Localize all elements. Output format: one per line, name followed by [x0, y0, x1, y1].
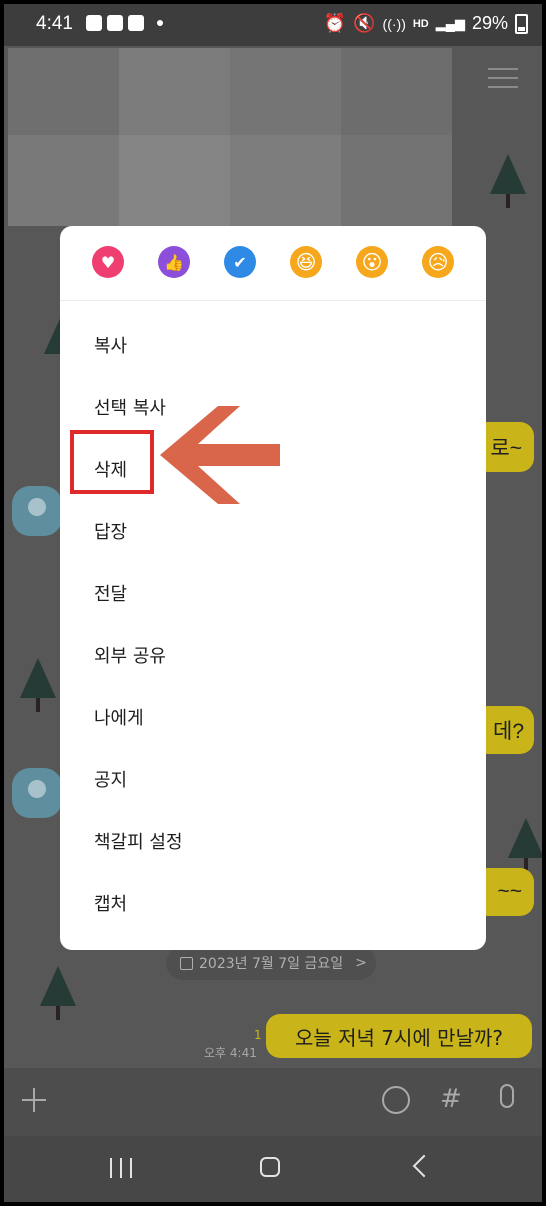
battery-percent: 29% [471, 13, 508, 33]
unread-count: 1 [254, 1028, 262, 1042]
chat-bubble[interactable]: 오늘 저녁 7시에 만날까? [266, 1014, 532, 1058]
delete-highlight-box [70, 430, 154, 494]
message-context-menu: ♥ 👍 ✔ 😆 😮 😥 복사 선택 복사 삭제 답장 전달 외부 공유 나에게 … [60, 226, 486, 950]
check-icon[interactable]: ✔ [224, 246, 256, 278]
wifi-icon: ((·)) [382, 15, 406, 32]
reaction-bar: ♥ 👍 ✔ 😆 😮 😥 [60, 226, 486, 301]
sad-face-icon[interactable]: 😥 [422, 246, 454, 278]
back-icon[interactable] [412, 1154, 436, 1178]
alarm-icon: ⏰ [323, 13, 347, 33]
date-text: 2023년 7월 7일 금요일 [199, 956, 344, 972]
tree-decoration-icon [508, 818, 542, 872]
menu-item-select-copy[interactable]: 선택 복사 [94, 394, 166, 420]
tree-decoration-icon [40, 966, 76, 1020]
notification-icons [86, 15, 163, 31]
chat-bubble-text: 데? [493, 720, 524, 743]
chat-bubble-text: 오늘 저녁 7시에 만날까? [294, 1025, 503, 1050]
plus-icon[interactable] [22, 1088, 46, 1112]
menu-item-copy[interactable]: 복사 [94, 332, 127, 358]
chat-bubble-text: ~~ [497, 880, 522, 903]
avatar[interactable] [12, 486, 62, 536]
menu-item-to-me[interactable]: 나에게 [94, 704, 144, 730]
more-notifications-dot-icon [157, 20, 163, 26]
heart-icon[interactable]: ♥ [92, 246, 124, 278]
mute-icon: 🔇 [353, 13, 376, 33]
blog-notification-icon [107, 15, 123, 31]
microphone-icon[interactable] [500, 1084, 514, 1108]
app-notification-icon [128, 15, 144, 31]
menu-item-capture[interactable]: 캡처 [94, 890, 127, 916]
date-separator: 2023년 7월 7일 금요일 > [166, 946, 376, 980]
blurred-chat-header [8, 48, 452, 226]
menu-icon[interactable] [488, 68, 518, 90]
status-time: 4:41 [36, 13, 73, 34]
pointer-arrow-icon [160, 406, 280, 504]
system-nav-bar [4, 1136, 542, 1202]
message-input-bar: # [4, 1068, 542, 1136]
home-icon[interactable] [260, 1157, 280, 1177]
menu-item-reply[interactable]: 답장 [94, 518, 127, 544]
menu-item-external-share[interactable]: 외부 공유 [94, 642, 166, 668]
signal-icon: ▂▄▆ [435, 15, 465, 31]
menu-item-forward[interactable]: 전달 [94, 580, 127, 606]
menu-item-bookmark[interactable]: 책갈피 설정 [94, 828, 183, 854]
network-type-label: HD [412, 17, 429, 30]
battery-icon [515, 13, 528, 34]
gallery-notification-icon [86, 15, 102, 31]
grinning-face-icon[interactable]: 😆 [290, 246, 322, 278]
chevron-right-icon: > [355, 955, 367, 971]
menu-item-notice[interactable]: 공지 [94, 766, 127, 792]
avatar[interactable] [12, 768, 62, 818]
emoticon-icon[interactable] [382, 1086, 410, 1114]
message-time: 오후 4:41 [204, 1046, 257, 1060]
screen: 4:41 ⏰ 🔇 ((·)) HD ▂▄▆ 29% 로~ 데? ~~ 2023년… [4, 4, 542, 1202]
surprised-face-icon[interactable]: 😮 [356, 246, 388, 278]
chat-bubble-text: 로~ [490, 437, 522, 460]
thumbs-up-icon[interactable]: 👍 [158, 246, 190, 278]
recent-apps-icon[interactable] [110, 1158, 132, 1178]
tree-decoration-icon [490, 154, 526, 208]
status-bar: 4:41 ⏰ 🔇 ((·)) HD ▂▄▆ 29% [4, 4, 542, 46]
calendar-icon [180, 956, 193, 970]
system-icons: ⏰ 🔇 ((·)) HD ▂▄▆ 29% [324, 13, 528, 34]
tree-decoration-icon [20, 658, 56, 712]
hashtag-icon[interactable]: # [440, 1084, 462, 1114]
